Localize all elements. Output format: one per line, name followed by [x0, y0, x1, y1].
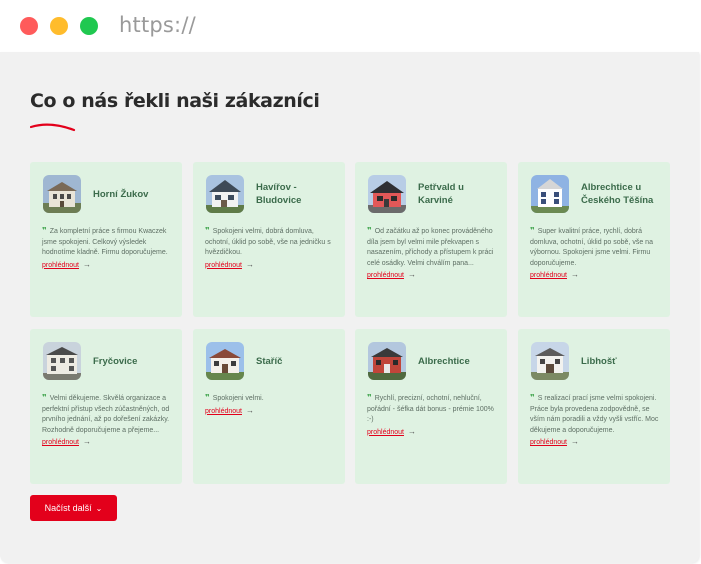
review-title: Albrechtice u Českého Těšína: [581, 182, 654, 206]
quote-icon: ❞: [367, 226, 372, 235]
quote-icon: ❞: [42, 226, 47, 235]
view-link[interactable]: prohlédnout: [42, 438, 79, 449]
review-text: Spokojeni velmi, dobrá domluva, ochotní,…: [205, 228, 331, 257]
minimize-window-dot[interactable]: [50, 17, 68, 35]
review-text: Super kvalitní práce, rychlí, dobrá doml…: [530, 228, 653, 267]
view-link[interactable]: prohlédnout: [530, 438, 567, 449]
arrow-right-icon: →: [407, 270, 416, 280]
arrow-right-icon: →: [570, 270, 579, 280]
house-photo-icon[interactable]: [43, 175, 81, 213]
review-card: Fryčovice ❞ Velmi děkujeme. Skvělá organi…: [30, 329, 182, 484]
review-text: Rychlí, precizní, ochotní, nehluční, poř…: [367, 395, 494, 424]
review-title: Horní Žukov: [93, 189, 149, 200]
house-photo-icon[interactable]: [206, 175, 244, 213]
review-text: Spokojeni velmi.: [212, 395, 264, 402]
review-card: Albrechtice u Českého Těšína ❞ Super kval…: [518, 162, 670, 317]
section-heading: Co o nás řekli naši zákazníci: [30, 90, 320, 112]
view-link[interactable]: prohlédnout: [205, 407, 242, 418]
quote-icon: ❞: [205, 393, 210, 402]
review-text: Od začátku až po konec prováděného díla …: [367, 228, 494, 267]
browser-bar: https://: [0, 0, 701, 52]
review-card: Albrechtice ❞ Rychlí, precizní, ochotní, …: [355, 329, 507, 484]
house-photo-icon[interactable]: [531, 175, 569, 213]
review-title: Staříč: [256, 356, 283, 367]
review-card: Staříč ❞ Spokojeni velmi. prohlédnout →: [193, 329, 345, 484]
house-photo-icon[interactable]: [531, 342, 569, 380]
review-text: Za kompletní práce s firmou Kwaczek jsme…: [42, 228, 168, 257]
review-card: Petřvald u Karviné ❞ Od začátku až po kon…: [355, 162, 507, 317]
heading-underline-decoration: [30, 123, 76, 132]
load-more-button[interactable]: Načíst další ⌄: [30, 495, 117, 521]
review-card: Libhošť ❞ S realizací prací jsme velmi sp…: [518, 329, 670, 484]
review-text: S realizací prací jsme velmi spokojeni. …: [530, 395, 659, 434]
view-link[interactable]: prohlédnout: [205, 261, 242, 272]
view-link[interactable]: prohlédnout: [42, 261, 79, 272]
load-more-label: Načíst další: [44, 503, 92, 513]
review-title: Havířov - Bludovice: [256, 182, 302, 206]
arrow-right-icon: →: [245, 405, 254, 415]
close-window-dot[interactable]: [20, 17, 38, 35]
house-photo-icon[interactable]: [43, 342, 81, 380]
review-card: Horní Žukov ❞ Za kompletní práce s firmou…: [30, 162, 182, 317]
maximize-window-dot[interactable]: [80, 17, 98, 35]
chevron-down-icon: ⌄: [95, 504, 103, 513]
review-title: Libhošť: [581, 356, 617, 367]
review-title: Fryčovice: [93, 356, 138, 367]
house-photo-icon[interactable]: [368, 175, 406, 213]
review-text: Velmi děkujeme. Skvělá organizace a perf…: [42, 395, 170, 434]
arrow-right-icon: →: [82, 259, 91, 269]
arrow-right-icon: →: [570, 437, 579, 447]
arrow-right-icon: →: [82, 437, 91, 447]
quote-icon: ❞: [530, 393, 535, 402]
review-title: Albrechtice: [418, 356, 470, 367]
view-link[interactable]: prohlédnout: [367, 428, 404, 439]
address-bar-url[interactable]: https://: [119, 13, 196, 37]
view-link[interactable]: prohlédnout: [367, 271, 404, 282]
view-link[interactable]: prohlédnout: [530, 271, 567, 282]
house-photo-icon[interactable]: [368, 342, 406, 380]
house-photo-icon[interactable]: [206, 342, 244, 380]
arrow-right-icon: →: [245, 259, 254, 269]
quote-icon: ❞: [530, 226, 535, 235]
quote-icon: ❞: [367, 393, 372, 402]
review-title: Petřvald u Karviné: [418, 182, 464, 206]
page-content: Co o nás řekli naši zákazníci Horní Žuko…: [0, 52, 699, 563]
arrow-right-icon: →: [407, 426, 416, 436]
review-card: Havířov - Bludovice ❞ Spokojeni velmi, do…: [193, 162, 345, 317]
quote-icon: ❞: [205, 226, 210, 235]
quote-icon: ❞: [42, 393, 47, 402]
